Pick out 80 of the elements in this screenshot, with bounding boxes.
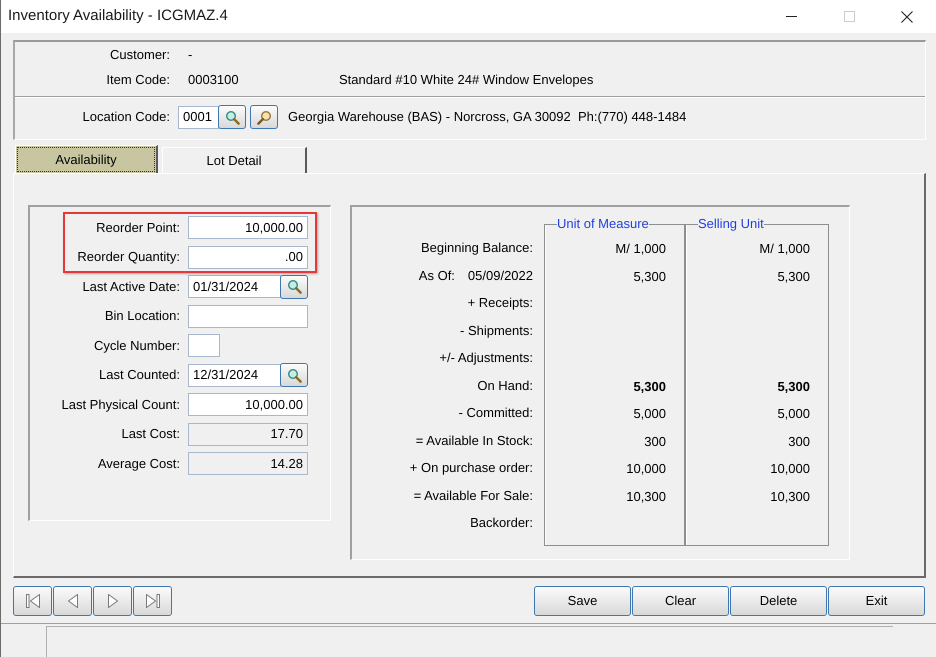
quantity-value: M/ 1,000 bbox=[759, 240, 810, 258]
balance-label: = Available For Sale: bbox=[414, 486, 533, 504]
close-icon bbox=[901, 10, 913, 22]
item-description: Standard #10 White 24# Window Envelopes bbox=[339, 71, 594, 90]
balance-label: Beginning Balance: bbox=[420, 239, 533, 257]
last-button[interactable] bbox=[133, 586, 172, 616]
first-icon bbox=[26, 594, 40, 608]
as-of-date: 05/09/2022 bbox=[468, 266, 533, 284]
quantity-value: 5,300 bbox=[777, 378, 810, 396]
column-header: Selling Unit bbox=[698, 217, 764, 231]
quantity-value: 300 bbox=[644, 432, 666, 450]
field-label: Last Active Date: bbox=[82, 278, 180, 296]
tab[interactable]: Lot Detail bbox=[162, 147, 307, 173]
quantity-value: 10,000 bbox=[770, 460, 810, 478]
search-icon bbox=[286, 368, 302, 382]
window-title: Inventory Availability - ICGMAZ.4 bbox=[7, 6, 228, 26]
quantity-value: 10,300 bbox=[770, 488, 810, 506]
field-label: Bin Location: bbox=[104, 307, 180, 326]
minimize-icon bbox=[786, 16, 796, 17]
field-label: Average Cost: bbox=[98, 454, 180, 473]
balance-label: = Available In Stock: bbox=[416, 432, 533, 450]
previous-button[interactable] bbox=[53, 586, 92, 616]
location-code-field[interactable]: 0001 bbox=[178, 106, 219, 128]
lookup-button[interactable] bbox=[280, 363, 308, 387]
first-button[interactable] bbox=[13, 586, 52, 616]
balance-label: - Shipments: bbox=[460, 322, 533, 340]
quantity-value: 5,300 bbox=[633, 268, 666, 286]
lookup-button[interactable] bbox=[280, 274, 308, 298]
location-description: Georgia Warehouse (BAS) - Norcross, GA 30092 Ph:(770) 448-1484 bbox=[288, 108, 686, 126]
next-icon bbox=[108, 594, 118, 608]
save-button[interactable]: Save bbox=[534, 586, 631, 616]
readonly-field: 14.28 bbox=[188, 452, 308, 475]
browse-button[interactable] bbox=[250, 105, 278, 129]
input-field[interactable]: .00 bbox=[188, 246, 308, 268]
input-field[interactable] bbox=[188, 304, 308, 328]
field-label: Last Counted: bbox=[99, 366, 180, 384]
customer-label: Customer: bbox=[110, 46, 170, 64]
magnifier-icon bbox=[256, 110, 272, 124]
field-label: Cycle Number: bbox=[94, 336, 180, 355]
quantity-value: 10,000 bbox=[626, 460, 666, 478]
clear-button[interactable]: Clear bbox=[632, 586, 729, 616]
lookup-button[interactable] bbox=[218, 105, 246, 129]
input-field[interactable]: 10,000.00 bbox=[188, 216, 308, 239]
previous-icon bbox=[68, 594, 78, 608]
quantity-value: 5,300 bbox=[777, 268, 810, 286]
tab[interactable]: Availability bbox=[15, 145, 158, 173]
quantity-value: M/ 1,000 bbox=[615, 240, 666, 258]
search-icon bbox=[224, 110, 240, 124]
field-label: Last Physical Count: bbox=[61, 396, 180, 414]
input-field[interactable]: 10,000.00 bbox=[188, 393, 308, 416]
item-code-value: 0003100 bbox=[188, 72, 239, 88]
balance-label: +/- Adjustments: bbox=[439, 349, 533, 367]
field-label: Reorder Point: bbox=[96, 218, 180, 237]
quantity-value: 300 bbox=[788, 432, 810, 450]
item-code-label: Item Code: bbox=[106, 71, 170, 90]
balance-label: - Committed: bbox=[458, 404, 533, 422]
balance-label: Backorder: bbox=[470, 514, 533, 532]
last-icon bbox=[146, 594, 160, 608]
location-label: Location Code: bbox=[82, 108, 170, 126]
exit-button[interactable]: Exit bbox=[828, 586, 925, 616]
delete-button[interactable]: Delete bbox=[730, 586, 827, 616]
balance-label: As Of: bbox=[418, 266, 455, 284]
balance-label: + On purchase order: bbox=[410, 459, 533, 477]
input-field[interactable] bbox=[188, 334, 220, 357]
quantity-value: 5,300 bbox=[633, 378, 666, 396]
column-header: Unit of Measure bbox=[557, 217, 649, 231]
quantity-value: 5,000 bbox=[777, 405, 810, 423]
field-label: Reorder Quantity: bbox=[77, 248, 180, 266]
quantity-value: 10,300 bbox=[626, 488, 666, 506]
date-field[interactable]: 01/31/2024 bbox=[188, 275, 281, 298]
balance-label: + Receipts: bbox=[468, 294, 533, 312]
date-field[interactable]: 12/31/2024 bbox=[188, 364, 281, 386]
balance-label: On Hand: bbox=[477, 376, 533, 394]
search-icon bbox=[286, 279, 302, 294]
readonly-field: 17.70 bbox=[188, 422, 308, 446]
maximize-icon bbox=[844, 11, 854, 22]
quantity-value: 5,000 bbox=[633, 405, 666, 423]
customer-value: - bbox=[188, 46, 192, 64]
next-button[interactable] bbox=[93, 586, 132, 616]
field-label: Last Cost: bbox=[121, 425, 180, 444]
